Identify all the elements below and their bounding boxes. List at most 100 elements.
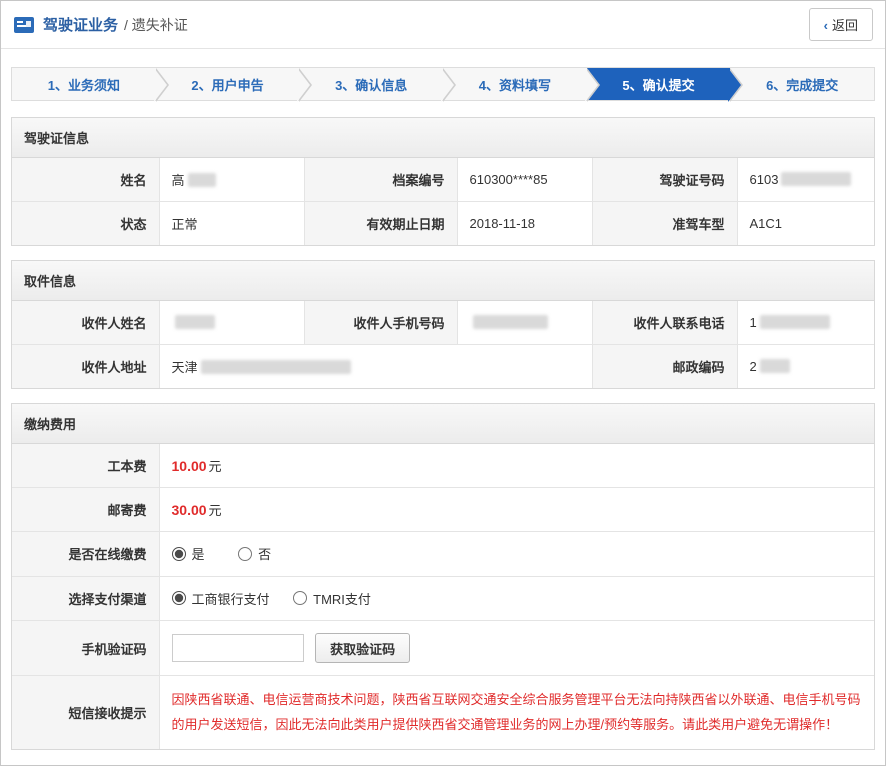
license-card-icon <box>13 14 35 36</box>
table-row: 选择支付渠道 工商银行支付 TMRI支付 <box>12 576 874 621</box>
pickup-info-title: 取件信息 <box>12 261 874 301</box>
redacted-text <box>473 315 548 329</box>
card-fee-value: 10.00元 <box>159 444 874 488</box>
redacted-text <box>781 172 851 186</box>
postage-fee-label: 邮寄费 <box>12 488 159 532</box>
page-header: 驾驶证业务 / 遗失补证 ‹ 返回 <box>1 1 885 49</box>
channel-icbc-radio[interactable] <box>172 591 186 605</box>
table-row: 工本费 10.00元 <box>12 444 874 488</box>
table-row: 手机验证码 获取验证码 <box>12 621 874 676</box>
recipient-mobile-value <box>457 301 592 345</box>
table-row: 短信接收提示 因陕西省联通、电信运营商技术问题，陕西省互联网交通安全综合服务管理… <box>12 676 874 750</box>
name-text: 高 <box>172 173 185 188</box>
address-text: 天津 <box>172 360 198 375</box>
redacted-text <box>201 360 351 374</box>
payment-section: 缴纳费用 工本费 10.00元 邮寄费 30.00元 是否在线缴费 是 <box>11 403 875 750</box>
online-pay-yes-label: 是 <box>192 544 205 563</box>
vehicle-class-label: 准驾车型 <box>592 202 737 246</box>
card-fee-label: 工本费 <box>12 444 159 488</box>
address-value: 天津 <box>159 345 592 389</box>
name-label: 姓名 <box>12 158 159 202</box>
step-4-fill-data[interactable]: 4、资料填写 <box>443 68 587 100</box>
postal-code-text: 2 <box>750 359 757 374</box>
license-number-label: 驾驶证号码 <box>592 158 737 202</box>
table-row: 邮寄费 30.00元 <box>12 488 874 532</box>
sms-notice-text: 因陕西省联通、电信运营商技术问题，陕西省互联网交通安全综合服务管理平台无法向持陕… <box>159 676 874 750</box>
channel-icbc-label: 工商银行支付 <box>192 589 270 608</box>
step-navigation: 1、业务须知 2、用户申告 3、确认信息 4、资料填写 5、确认提交 6、完成提… <box>11 67 875 101</box>
redacted-text <box>175 315 215 329</box>
pickup-info-section: 取件信息 收件人姓名 收件人手机号码 收件人联系电话 1 收件人地址 天津 邮政… <box>11 260 875 389</box>
address-label: 收件人地址 <box>12 345 159 389</box>
sms-code-input[interactable] <box>172 634 304 662</box>
card-fee-amount: 10.00 <box>172 458 207 474</box>
table-row: 收件人地址 天津 邮政编码 2 <box>12 345 874 389</box>
redacted-text <box>760 359 790 373</box>
file-number-value: 610300****85 <box>457 158 592 202</box>
step-6-complete-submit[interactable]: 6、完成提交 <box>730 68 874 100</box>
step-3-confirm-info[interactable]: 3、确认信息 <box>299 68 443 100</box>
step-label: 6、完成提交 <box>766 75 838 94</box>
redacted-text <box>188 173 216 187</box>
license-number-text: 6103 <box>750 172 779 187</box>
online-pay-yes-option[interactable]: 是 <box>172 544 205 563</box>
channel-tmri-radio[interactable] <box>293 591 307 605</box>
license-info-section: 驾驶证信息 姓名 高 档案编号 610300****85 驾驶证号码 6103 … <box>11 117 875 246</box>
step-label: 5、确认提交 <box>622 75 694 94</box>
sms-code-field: 获取验证码 <box>159 621 874 676</box>
channel-tmri-label: TMRI支付 <box>313 589 371 608</box>
channel-label: 选择支付渠道 <box>12 576 159 621</box>
step-label: 4、资料填写 <box>479 75 551 94</box>
recipient-phone-value: 1 <box>737 301 874 345</box>
step-label: 2、用户申告 <box>191 75 263 94</box>
sms-notice-label: 短信接收提示 <box>12 676 159 750</box>
recipient-phone-label: 收件人联系电话 <box>592 301 737 345</box>
license-number-value: 6103 <box>737 158 874 202</box>
online-pay-label: 是否在线缴费 <box>12 532 159 577</box>
page-title: 驾驶证业务 <box>43 14 118 35</box>
name-value: 高 <box>159 158 304 202</box>
recipient-phone-text: 1 <box>750 315 757 330</box>
channel-icbc-option[interactable]: 工商银行支付 <box>172 589 270 608</box>
fee-unit: 元 <box>209 503 222 518</box>
expiry-label: 有效期止日期 <box>304 202 457 246</box>
online-pay-yes-radio[interactable] <box>172 547 186 561</box>
status-label: 状态 <box>12 202 159 246</box>
step-label: 3、确认信息 <box>335 75 407 94</box>
expiry-value: 2018-11-18 <box>457 202 592 246</box>
online-pay-no-radio[interactable] <box>238 547 252 561</box>
recipient-name-value <box>159 301 304 345</box>
status-value: 正常 <box>159 202 304 246</box>
postage-fee-amount: 30.00 <box>172 502 207 518</box>
step-2-user-declaration[interactable]: 2、用户申告 <box>156 68 300 100</box>
back-button-label: 返回 <box>832 18 858 33</box>
online-pay-options: 是 否 <box>159 532 874 577</box>
table-row: 是否在线缴费 是 否 <box>12 532 874 577</box>
back-button[interactable]: ‹ 返回 <box>809 8 873 41</box>
step-5-confirm-submit[interactable]: 5、确认提交 <box>587 68 731 100</box>
postage-fee-value: 30.00元 <box>159 488 874 532</box>
step-label: 1、业务须知 <box>48 75 120 94</box>
channel-tmri-option[interactable]: TMRI支付 <box>293 589 371 608</box>
payment-table: 工本费 10.00元 邮寄费 30.00元 是否在线缴费 是 否 <box>12 444 874 749</box>
driver-license-service-page: 驾驶证业务 / 遗失补证 ‹ 返回 1、业务须知 2、用户申告 3、确认信息 4、… <box>0 0 886 766</box>
step-1-business-notice[interactable]: 1、业务须知 <box>12 68 156 100</box>
pickup-info-table: 收件人姓名 收件人手机号码 收件人联系电话 1 收件人地址 天津 邮政编码 2 <box>12 301 874 388</box>
redacted-text <box>760 315 830 329</box>
online-pay-no-option[interactable]: 否 <box>238 544 271 563</box>
sms-code-label: 手机验证码 <box>12 621 159 676</box>
table-row: 状态 正常 有效期止日期 2018-11-18 准驾车型 A1C1 <box>12 202 874 246</box>
table-row: 收件人姓名 收件人手机号码 收件人联系电话 1 <box>12 301 874 345</box>
payment-title: 缴纳费用 <box>12 404 874 444</box>
back-chevron-icon: ‹ <box>824 18 828 33</box>
file-number-label: 档案编号 <box>304 158 457 202</box>
fee-unit: 元 <box>209 459 222 474</box>
postal-code-label: 邮政编码 <box>592 345 737 389</box>
recipient-name-label: 收件人姓名 <box>12 301 159 345</box>
online-pay-no-label: 否 <box>258 544 271 563</box>
table-row: 姓名 高 档案编号 610300****85 驾驶证号码 6103 <box>12 158 874 202</box>
recipient-mobile-label: 收件人手机号码 <box>304 301 457 345</box>
postal-code-value: 2 <box>737 345 874 389</box>
page-subtitle: / 遗失补证 <box>124 15 188 35</box>
get-code-button[interactable]: 获取验证码 <box>315 633 410 663</box>
